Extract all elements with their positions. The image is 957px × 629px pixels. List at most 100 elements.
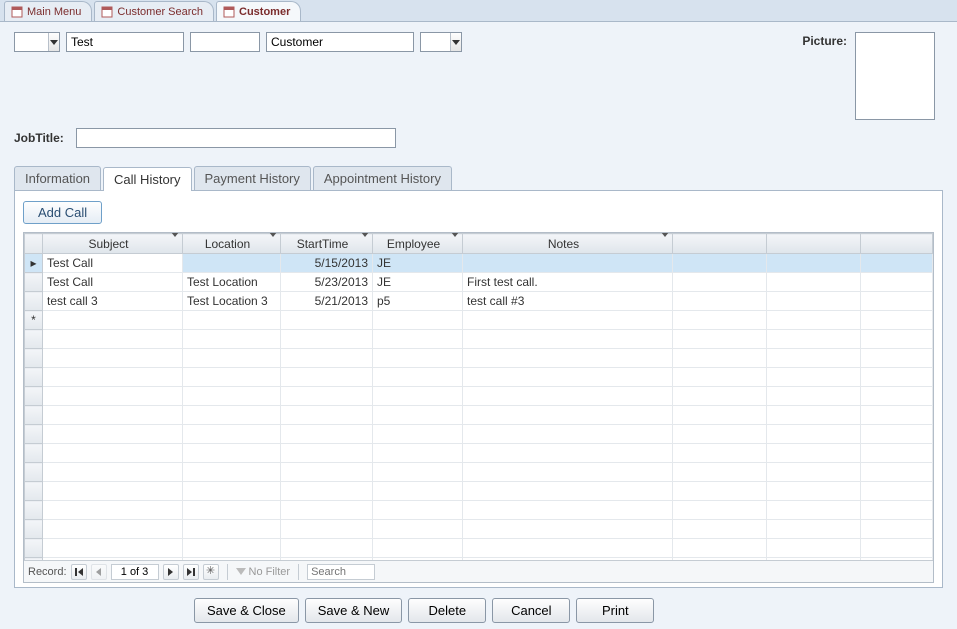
cell-blank[interactable] <box>767 292 861 311</box>
last-name-field[interactable] <box>266 32 414 52</box>
first-name-input[interactable] <box>67 33 183 51</box>
tab-information[interactable]: Information <box>14 166 101 190</box>
cell-location[interactable]: Test Location 3 <box>183 292 281 311</box>
row-selector[interactable]: ▸ <box>25 254 43 273</box>
add-call-button[interactable]: Add Call <box>23 201 102 224</box>
cell-location[interactable]: Test Location <box>183 273 281 292</box>
cell-starttime[interactable]: 5/23/2013 <box>281 273 373 292</box>
nav-next-button[interactable] <box>163 564 179 580</box>
delete-button[interactable]: Delete <box>408 598 486 623</box>
table-row-new[interactable]: * <box>25 311 933 330</box>
col-subject[interactable]: Subject <box>43 234 183 254</box>
jobtitle-input[interactable] <box>77 129 395 147</box>
cell-blank[interactable] <box>673 292 767 311</box>
tab-appointment-history[interactable]: Appointment History <box>313 166 452 190</box>
first-name-field[interactable] <box>66 32 184 52</box>
cell-notes[interactable]: test call #3 <box>463 292 673 311</box>
doc-tab-label: Customer Search <box>117 6 203 18</box>
suffix-input[interactable] <box>421 33 450 51</box>
row-selector[interactable] <box>25 292 43 311</box>
cell-notes[interactable]: First test call. <box>463 273 673 292</box>
middle-name-field[interactable] <box>190 32 260 52</box>
customer-form: Picture: JobTitle: Information Call Hist… <box>0 22 957 629</box>
record-position-input[interactable] <box>111 564 159 580</box>
table-row-empty <box>25 501 933 520</box>
save-new-button[interactable]: Save & New <box>305 598 403 623</box>
jobtitle-field[interactable] <box>76 128 396 148</box>
row-selector[interactable] <box>25 273 43 292</box>
doc-tab-label: Customer <box>239 6 290 18</box>
chevron-down-icon[interactable] <box>361 237 369 251</box>
middle-name-input[interactable] <box>191 33 259 51</box>
table-row[interactable]: test call 3Test Location 35/21/2013p5tes… <box>25 292 933 311</box>
col-blank[interactable] <box>861 234 933 254</box>
cancel-button[interactable]: Cancel <box>492 598 570 623</box>
form-icon <box>223 6 235 18</box>
chevron-down-icon[interactable] <box>48 33 59 51</box>
table-row-empty <box>25 387 933 406</box>
picture-box[interactable] <box>855 32 935 120</box>
cell-notes[interactable] <box>463 254 673 273</box>
chevron-down-icon[interactable] <box>269 237 277 251</box>
filter-indicator[interactable]: No Filter <box>236 566 291 578</box>
suffix-combo[interactable] <box>420 32 462 52</box>
cell-starttime[interactable]: 5/21/2013 <box>281 292 373 311</box>
call-history-panel: Add Call <box>14 190 943 588</box>
chevron-down-icon[interactable] <box>451 237 459 251</box>
chevron-down-icon[interactable] <box>661 237 669 251</box>
cell-blank[interactable] <box>861 273 933 292</box>
form-icon <box>101 6 113 18</box>
print-button[interactable]: Print <box>576 598 654 623</box>
col-starttime[interactable]: StartTime <box>281 234 373 254</box>
record-navigator: Record: ✳ No Filter <box>24 560 933 582</box>
cell-subject[interactable]: Test Call <box>43 254 183 273</box>
cell-employee[interactable]: JE <box>373 273 463 292</box>
nav-last-button[interactable] <box>183 564 199 580</box>
doc-tab-main-menu[interactable]: Main Menu <box>4 1 92 21</box>
cell-employee[interactable]: p5 <box>373 292 463 311</box>
nav-first-button[interactable] <box>71 564 87 580</box>
tab-call-history[interactable]: Call History <box>103 167 191 191</box>
document-tab-strip: Main Menu Customer Search Customer <box>0 0 957 22</box>
save-close-button[interactable]: Save & Close <box>194 598 299 623</box>
table-row[interactable]: ▸Test Call 5/15/2013JE <box>25 254 933 273</box>
grid-search-input[interactable] <box>307 564 375 580</box>
cell-blank[interactable] <box>673 273 767 292</box>
col-location[interactable]: Location <box>183 234 281 254</box>
cell-blank[interactable] <box>767 254 861 273</box>
table-row[interactable]: Test CallTest Location5/23/2013JEFirst t… <box>25 273 933 292</box>
table-row-empty <box>25 368 933 387</box>
picture-label: Picture: <box>802 32 847 48</box>
title-prefix-combo[interactable] <box>14 32 60 52</box>
nav-prev-button[interactable] <box>91 564 107 580</box>
row-selector-new[interactable]: * <box>25 311 43 330</box>
col-employee[interactable]: Employee <box>373 234 463 254</box>
col-blank[interactable] <box>767 234 861 254</box>
cell-blank[interactable] <box>767 273 861 292</box>
tab-payment-history[interactable]: Payment History <box>194 166 311 190</box>
last-name-input[interactable] <box>267 33 413 51</box>
cell-blank[interactable] <box>673 254 767 273</box>
table-row-empty <box>25 330 933 349</box>
doc-tab-customer-search[interactable]: Customer Search <box>94 1 214 21</box>
table-row-empty <box>25 425 933 444</box>
jobtitle-label: JobTitle: <box>14 131 64 145</box>
cell-subject[interactable]: Test Call <box>43 273 183 292</box>
title-prefix-input[interactable] <box>15 33 48 51</box>
col-notes[interactable]: Notes <box>463 234 673 254</box>
cell-blank[interactable] <box>861 254 933 273</box>
funnel-icon <box>236 568 246 575</box>
nav-new-button[interactable]: ✳ <box>203 564 219 580</box>
cell-blank[interactable] <box>861 292 933 311</box>
doc-tab-customer[interactable]: Customer <box>216 1 301 21</box>
chevron-down-icon[interactable] <box>171 237 179 251</box>
form-action-buttons: Save & Close Save & New Delete Cancel Pr… <box>14 588 943 623</box>
cell-starttime[interactable]: 5/15/2013 <box>281 254 373 273</box>
cell-subject[interactable]: test call 3 <box>43 292 183 311</box>
table-row-empty <box>25 463 933 482</box>
cell-location[interactable] <box>183 254 281 273</box>
col-blank[interactable] <box>673 234 767 254</box>
row-selector-header[interactable] <box>25 234 43 254</box>
chevron-down-icon[interactable] <box>450 33 461 51</box>
cell-employee[interactable]: JE <box>373 254 463 273</box>
